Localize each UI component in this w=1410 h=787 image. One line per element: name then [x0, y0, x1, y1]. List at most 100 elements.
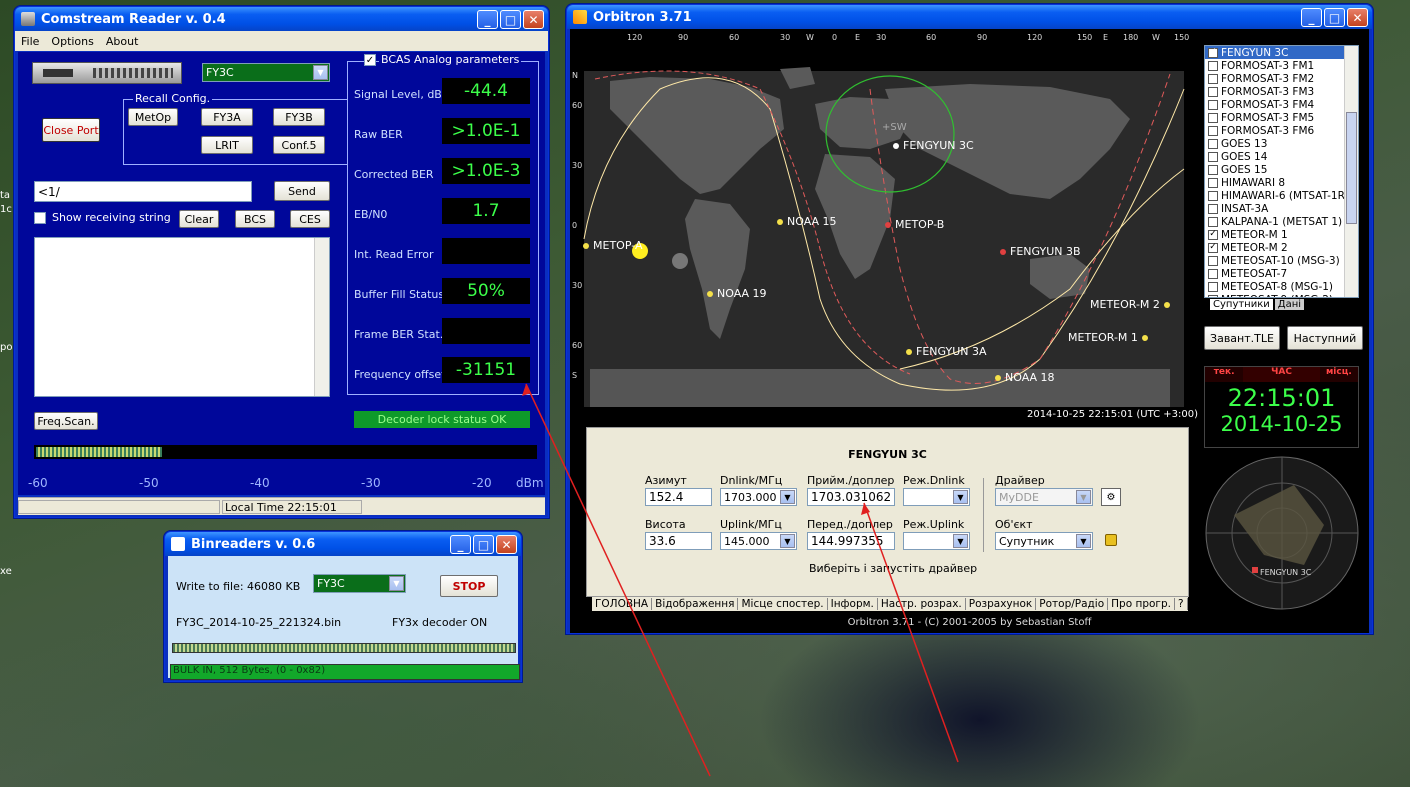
menu-file[interactable]: File — [21, 35, 39, 48]
list-item[interactable]: ✓ METEOR-M 1 — [1205, 228, 1358, 241]
list-item[interactable]: INSAT-3A — [1205, 202, 1358, 215]
tab-rotor-radio[interactable]: Ротор/Радіо — [1036, 598, 1109, 610]
list-item[interactable]: FORMOSAT-3 FM2 — [1205, 72, 1358, 85]
clock-tab-local[interactable]: місц. — [1319, 367, 1358, 382]
list-item[interactable]: FORMOSAT-3 FM1 — [1205, 59, 1358, 72]
checkbox[interactable] — [1208, 255, 1218, 266]
checkbox[interactable] — [1208, 268, 1218, 279]
checkbox[interactable] — [1208, 190, 1218, 201]
minimize-button[interactable]: _ — [450, 535, 471, 554]
menu-about[interactable]: About — [106, 35, 139, 48]
ces-button[interactable]: CES — [290, 210, 330, 228]
checkbox[interactable]: ✓ — [1208, 47, 1218, 58]
close-button[interactable]: ✕ — [523, 10, 544, 29]
satellite-list[interactable]: ✓ FENGYUN 3C FORMOSAT-3 FM1 FORMOSAT-3 FM2 F… — [1204, 45, 1359, 298]
checkbox[interactable]: ✓ — [1208, 242, 1218, 253]
checkbox[interactable] — [1208, 177, 1218, 188]
list-item[interactable]: GOES 13 — [1205, 137, 1358, 150]
clock-tab-time[interactable]: ЧАС — [1243, 367, 1320, 382]
list-item[interactable]: FORMOSAT-3 FM4 — [1205, 98, 1358, 111]
checkbox[interactable] — [1208, 294, 1218, 297]
tab-main[interactable]: ГОЛОВНА — [592, 598, 653, 610]
bcs-button[interactable]: BCS — [235, 210, 275, 228]
checkbox[interactable] — [1208, 151, 1218, 162]
sat-marker[interactable]: METOP-B — [885, 218, 944, 231]
checkbox[interactable] — [1208, 99, 1218, 110]
tab-satellites[interactable]: Супутники — [1210, 299, 1273, 310]
sat-marker[interactable]: METEOR-M 2 — [1090, 298, 1170, 311]
clear-button[interactable]: Clear — [179, 210, 219, 228]
tab-data[interactable]: Дані — [1274, 299, 1305, 310]
list-item[interactable]: GOES 15 — [1205, 163, 1358, 176]
tab-location[interactable]: Місце спостер. — [738, 598, 828, 610]
checkbox[interactable]: ✓ — [1208, 229, 1218, 240]
list-item[interactable]: METEOSAT-9 (MSG-2) — [1205, 293, 1358, 297]
checkbox[interactable] — [1208, 138, 1218, 149]
tab-info[interactable]: Інформ. — [828, 598, 878, 610]
sat-marker[interactable]: NOAA 18 — [995, 371, 1055, 384]
sat-marker[interactable]: FENGYUN 3C — [893, 139, 974, 152]
recall-fy3b-button[interactable]: FY3B — [273, 108, 325, 126]
command-input[interactable]: <1/ — [34, 181, 252, 202]
title-bar[interactable]: Comstream Reader v. 0.4 _ □ ✕ — [15, 7, 548, 31]
list-item[interactable]: FORMOSAT-3 FM6 — [1205, 124, 1358, 137]
show-receiving-checkbox[interactable] — [34, 212, 46, 224]
list-item[interactable]: ✓ FENGYUN 3C — [1205, 46, 1358, 59]
sat-marker[interactable]: NOAA 19 — [707, 287, 767, 300]
close-port-button[interactable]: Close Port — [42, 118, 100, 142]
bin-select[interactable]: FY3C ▼ — [313, 574, 406, 593]
minimize-button[interactable]: _ — [477, 10, 498, 29]
tab-calculation[interactable]: Розрахунок — [966, 598, 1037, 610]
rx-doppler-field[interactable]: 1703.031062 — [807, 488, 895, 506]
list-item[interactable]: ✓ METEOR-M 2 — [1205, 241, 1358, 254]
recall-lrit-button[interactable]: LRIT — [201, 136, 253, 154]
list-item[interactable]: METEOSAT-7 — [1205, 267, 1358, 280]
load-tle-button[interactable]: Завант.TLE — [1204, 326, 1280, 350]
list-item[interactable]: METEOSAT-10 (MSG-3) — [1205, 254, 1358, 267]
recall-fy3a-button[interactable]: FY3A — [201, 108, 253, 126]
checkbox[interactable] — [1208, 125, 1218, 136]
stop-button[interactable]: STOP — [440, 575, 498, 597]
recall-conf5-button[interactable]: Conf.5 — [273, 136, 325, 154]
maximize-button[interactable]: □ — [1324, 8, 1345, 27]
lock-icon[interactable] — [1105, 534, 1117, 546]
menu-options[interactable]: Options — [51, 35, 93, 48]
list-item[interactable]: FORMOSAT-3 FM5 — [1205, 111, 1358, 124]
device-select[interactable]: FY3C ▼ — [202, 63, 330, 82]
title-bar[interactable]: Orbitron 3.71 _ □ ✕ — [567, 5, 1372, 29]
checkbox[interactable] — [1208, 73, 1218, 84]
sat-marker[interactable]: NOAA 15 — [777, 215, 837, 228]
tab-calc-settings[interactable]: Настр. розрах. — [878, 598, 966, 610]
list-item[interactable]: FORMOSAT-3 FM3 — [1205, 85, 1358, 98]
receive-textarea[interactable] — [34, 237, 330, 397]
downlink-select[interactable]: 1703.000 ▼ — [720, 488, 797, 506]
freq-scan-button[interactable]: Freq.Scan. — [34, 412, 98, 430]
object-select[interactable]: Супутник ▼ — [995, 532, 1093, 550]
close-button[interactable]: ✕ — [1347, 8, 1368, 27]
tab-display[interactable]: Відображення — [652, 598, 739, 610]
list-item[interactable]: GOES 14 — [1205, 150, 1358, 163]
list-item[interactable]: METEOSAT-8 (MSG-1) — [1205, 280, 1358, 293]
send-button[interactable]: Send — [274, 181, 330, 201]
checkbox[interactable] — [1208, 60, 1218, 71]
recall-metop-button[interactable]: MetOp — [128, 108, 178, 126]
bcas-checkbox[interactable]: ✓ — [364, 54, 376, 66]
sat-marker[interactable]: METEOR-M 1 — [1068, 331, 1148, 344]
sat-marker[interactable]: FENGYUN 3A — [906, 345, 987, 358]
azimuth-field[interactable]: 152.4 — [645, 488, 712, 506]
next-button[interactable]: Наступний — [1287, 326, 1363, 350]
uplink-mode-select[interactable]: ▼ — [903, 532, 970, 550]
maximize-button[interactable]: □ — [500, 10, 521, 29]
list-item[interactable]: HIMAWARI 8 — [1205, 176, 1358, 189]
close-button[interactable]: ✕ — [496, 535, 517, 554]
scrollbar[interactable] — [314, 238, 329, 396]
tx-doppler-field[interactable]: 144.997355 — [807, 532, 895, 550]
checkbox[interactable] — [1208, 164, 1218, 175]
driver-settings-icon[interactable]: ⚙ — [1101, 488, 1121, 506]
uplink-select[interactable]: 145.000 ▼ — [720, 532, 797, 550]
sat-marker[interactable]: FENGYUN 3B — [1000, 245, 1081, 258]
list-item[interactable]: HIMAWARI-6 (MTSAT-1R — [1205, 189, 1358, 202]
minimize-button[interactable]: _ — [1301, 8, 1322, 27]
dnlink-mode-select[interactable]: ▼ — [903, 488, 970, 506]
tab-about[interactable]: Про прогр. — [1108, 598, 1175, 610]
